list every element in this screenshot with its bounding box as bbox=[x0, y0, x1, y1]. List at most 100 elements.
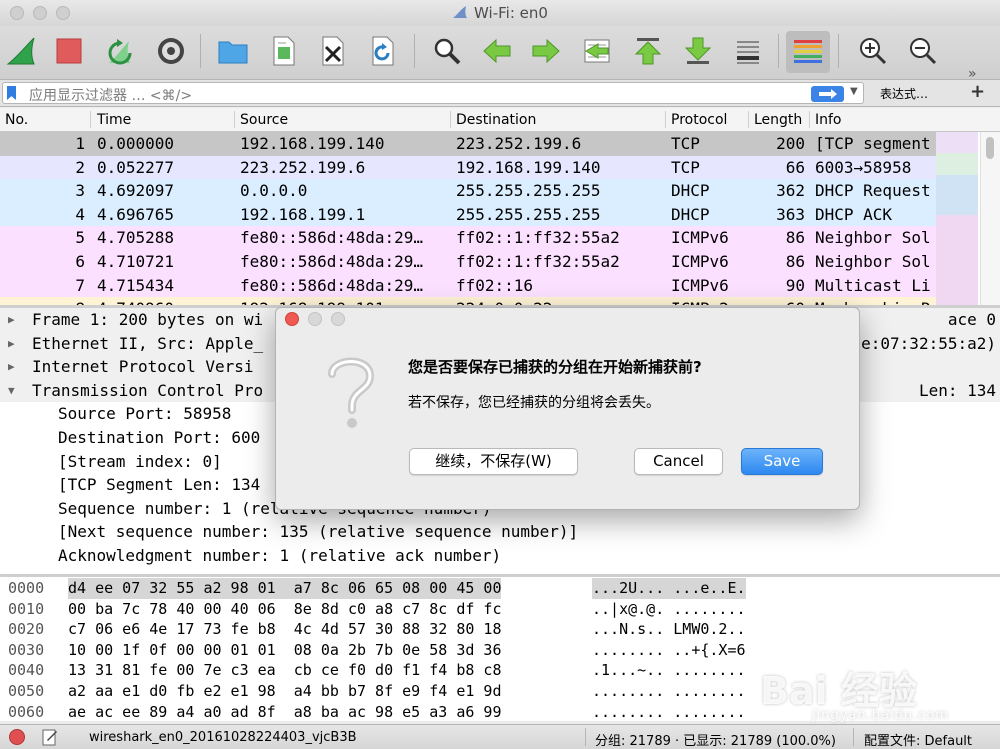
packet-cell-dst: ff02::1:ff32:55a2 bbox=[456, 252, 620, 271]
hex-bytes[interactable]: a2 aa e1 d0 fb e2 e1 98 a4 bb b7 8f e9 f… bbox=[68, 681, 501, 702]
packet-list: No. Time Source Destination Protocol Len… bbox=[0, 108, 1000, 305]
zoom-out-button[interactable] bbox=[906, 34, 940, 68]
close-file-button[interactable] bbox=[316, 34, 350, 68]
packet-cell-dst: ff02::16 bbox=[456, 275, 534, 295]
packet-minimap[interactable] bbox=[936, 132, 978, 305]
chevron-down-icon[interactable]: ▼ bbox=[850, 86, 858, 97]
close-file-icon bbox=[322, 36, 344, 66]
capture-options-button[interactable] bbox=[154, 34, 188, 68]
first-packet-button[interactable] bbox=[631, 34, 665, 68]
packet-row[interactable]: 7 4.715434 fe80::586d:48da:29… ff02::16 ICMP… bbox=[0, 273, 936, 298]
column-header-destination[interactable]: Destination bbox=[456, 112, 536, 128]
dialog-close-button[interactable] bbox=[285, 312, 299, 326]
hex-ascii[interactable]: .1...~.. ........ bbox=[592, 660, 746, 681]
hex-bytes[interactable]: d4 ee 07 32 55 a2 98 01 a7 8c 06 65 08 0… bbox=[68, 578, 502, 599]
packet-cell-dst: ff02::1:ff32:55a2 bbox=[456, 228, 620, 248]
packet-cell-no: 8 bbox=[75, 297, 85, 305]
hex-ascii[interactable]: ...2U... ...e..E. bbox=[592, 578, 746, 599]
hex-bytes[interactable]: c7 06 e6 4e 17 73 fe b8 4c 4d 57 30 88 3… bbox=[68, 619, 501, 640]
go-forward-button[interactable] bbox=[529, 34, 563, 68]
column-header-length[interactable]: Length bbox=[754, 112, 802, 128]
expert-info-icon[interactable] bbox=[9, 729, 25, 745]
packet-cell-info: Neighbor Sol bbox=[815, 252, 931, 271]
packet-cell-len: 90 bbox=[785, 275, 805, 295]
autoscroll-icon bbox=[737, 41, 759, 64]
hex-ascii[interactable]: ........ ..+{.X=6 bbox=[592, 640, 746, 661]
find-packet-button[interactable] bbox=[430, 34, 464, 68]
continue-without-saving-button[interactable]: 继续，不保存(W) bbox=[409, 448, 578, 475]
save-file-button[interactable] bbox=[267, 34, 301, 68]
colorize-button[interactable] bbox=[786, 31, 830, 73]
cancel-button[interactable]: Cancel bbox=[634, 448, 723, 475]
autoscroll-button[interactable] bbox=[731, 34, 765, 68]
reload-file-button[interactable] bbox=[366, 34, 400, 68]
open-file-button[interactable] bbox=[216, 34, 250, 68]
packet-cell-len: 60 bbox=[786, 297, 805, 305]
detail-text: [Stream index: 0] bbox=[58, 451, 222, 471]
column-header-no[interactable]: No. bbox=[5, 112, 28, 128]
packet-cell-dst: 192.168.199.140 bbox=[456, 157, 601, 177]
stop-capture-button[interactable] bbox=[52, 34, 86, 68]
packet-cell-src: 192.168.199.140 bbox=[240, 134, 385, 153]
apply-filter-button[interactable] bbox=[811, 86, 844, 102]
detail-tree-row[interactable]: [Next sequence number: 135 (relative seq… bbox=[0, 520, 1000, 544]
packet-list-scrollbar[interactable] bbox=[980, 132, 1000, 305]
hex-ascii[interactable]: ........ ........ bbox=[592, 681, 746, 702]
watermark-url: jingyan.baidu.com bbox=[812, 708, 949, 723]
packet-cell-time: 4.705288 bbox=[97, 228, 175, 248]
collapsed-arrow-icon[interactable]: ▶ bbox=[8, 308, 15, 332]
packet-counts: 分组: 21789 · 已显示: 21789 (100.0%) bbox=[595, 734, 836, 749]
column-header-protocol[interactable]: Protocol bbox=[671, 112, 727, 128]
display-filter-input[interactable]: 应用显示过滤器 … <⌘/> ▼ bbox=[2, 82, 864, 104]
hex-offset: 0040 bbox=[8, 661, 45, 680]
packet-cell-time: 4.710721 bbox=[97, 252, 175, 271]
column-header-info[interactable]: Info bbox=[815, 112, 842, 128]
start-capture-button[interactable] bbox=[4, 34, 38, 68]
hex-bytes[interactable]: 00 ba 7c 78 40 00 40 06 8e 8d c0 a8 c7 8… bbox=[68, 599, 501, 620]
go-to-packet-button[interactable] bbox=[580, 34, 614, 68]
expanded-arrow-icon[interactable]: ▼ bbox=[8, 379, 15, 403]
packet-row[interactable]: 5 4.705288 fe80::586d:48da:29… ff02::1:ff32… bbox=[0, 226, 936, 250]
packet-cell-info: Multicast Li bbox=[815, 275, 931, 295]
hex-bytes[interactable]: 10 00 1f 0f 00 00 01 01 08 0a 2b 7b 0e 5… bbox=[68, 640, 501, 661]
packet-cell-len: 200 bbox=[776, 134, 805, 153]
hex-bytes[interactable]: 13 31 81 fe 00 7e c3 ea cb ce f0 d0 f1 f… bbox=[68, 660, 501, 681]
detail-tree-row[interactable]: Acknowledgment number: 1 (relative ack n… bbox=[0, 544, 1000, 568]
detail-text-tail: ace 0 bbox=[947, 310, 996, 329]
restart-capture-button[interactable] bbox=[103, 34, 137, 68]
add-filter-button[interactable]: + bbox=[970, 81, 985, 102]
last-packet-button[interactable] bbox=[681, 34, 715, 68]
save-button[interactable]: Save bbox=[741, 448, 823, 475]
hex-ascii[interactable]: ........ ........ bbox=[592, 702, 746, 721]
edit-comment-icon[interactable] bbox=[42, 728, 58, 746]
bookmark-icon[interactable] bbox=[7, 86, 16, 100]
packet-row[interactable]: 6 4.710721 fe80::586d:48da:29… ff02::1:ff32… bbox=[0, 250, 936, 274]
watermark-logo: Bai 经验 jingyan.baidu.com bbox=[760, 669, 949, 723]
packet-cell-len: 86 bbox=[785, 228, 805, 248]
go-back-button[interactable] bbox=[480, 34, 514, 68]
packet-row[interactable]: 2 0.052277 223.252.199.6 192.168.199.140 TCP… bbox=[0, 155, 936, 180]
hex-ascii[interactable]: ...N.s.. LMW0.2.. bbox=[592, 619, 746, 640]
column-header-source[interactable]: Source bbox=[240, 112, 288, 128]
expression-button[interactable]: 表达式… bbox=[880, 85, 928, 102]
shark-fin-start-icon bbox=[6, 37, 35, 65]
zoom-in-button[interactable] bbox=[856, 34, 890, 68]
hex-bytes[interactable]: ae ac ee 89 a4 a0 ad 8f a8 ba ac 98 e5 a… bbox=[68, 702, 501, 721]
column-header-time[interactable]: Time bbox=[97, 112, 131, 128]
packet-cell-time: 0.052277 bbox=[97, 157, 175, 177]
hex-offset: 0050 bbox=[8, 682, 45, 700]
packet-cell-proto: ICMPv2 bbox=[671, 297, 729, 305]
packet-cell-time: 4.715434 bbox=[97, 275, 175, 295]
packet-row[interactable]: 8 4.740960 192.168.199.101 224.0.0.22 ICMPv2… bbox=[0, 297, 936, 305]
profile-label[interactable]: 配置文件: Default bbox=[864, 730, 972, 749]
collapsed-arrow-icon[interactable]: ▶ bbox=[8, 332, 15, 356]
hex-ascii[interactable]: ..|x@.@. ........ bbox=[592, 599, 746, 620]
zoom-in-icon bbox=[860, 38, 887, 65]
collapsed-arrow-icon[interactable]: ▶ bbox=[8, 355, 15, 379]
packet-row[interactable]: 1 0.000000 192.168.199.140 223.252.199.6 TCP… bbox=[0, 132, 936, 156]
packet-cell-info: DHCP Request bbox=[815, 181, 931, 201]
packet-row[interactable]: 4 4.696765 192.168.199.1 255.255.255.255 DHC… bbox=[0, 202, 936, 227]
packet-cell-time: 4.692097 bbox=[97, 181, 175, 201]
packet-row[interactable]: 3 4.692097 0.0.0.0 255.255.255.255 DHCP 362 DH… bbox=[0, 179, 936, 203]
filter-placeholder: 应用显示过滤器 … <⌘/> bbox=[29, 88, 193, 104]
